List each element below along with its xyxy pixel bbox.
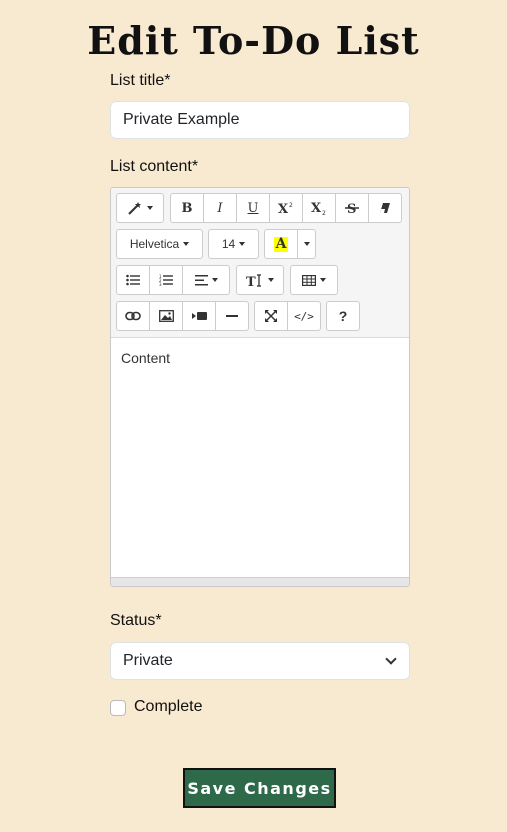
list-content-label: List content* xyxy=(110,158,199,175)
underline-button[interactable]: U xyxy=(236,193,270,223)
align-left-icon xyxy=(194,274,208,285)
rich-text-editor: B I U X2 X2 S Helvetica 14 xyxy=(110,187,410,587)
status-selected-value: Private xyxy=(123,652,173,669)
svg-text:X: X xyxy=(311,201,322,215)
highlight-color-button[interactable]: A xyxy=(264,229,298,259)
save-changes-button[interactable]: Save Changes xyxy=(183,768,336,808)
font-size-dropdown[interactable]: 14 xyxy=(208,229,259,259)
chevron-down-icon xyxy=(385,653,397,665)
clear-format-button[interactable] xyxy=(368,193,402,223)
color-dropdown-button[interactable] xyxy=(297,229,316,259)
subscript-button[interactable]: X2 xyxy=(302,193,336,223)
status-select[interactable]: Private xyxy=(110,642,410,680)
picture-icon xyxy=(158,310,174,322)
font-family-value: Helvetica xyxy=(129,237,180,251)
superscript-icon: X2 xyxy=(278,202,293,215)
magic-wand-icon xyxy=(128,202,141,215)
video-icon xyxy=(191,312,207,320)
video-button[interactable] xyxy=(182,301,216,331)
complete-label[interactable]: Complete xyxy=(134,698,202,716)
editor-content-area[interactable]: Content xyxy=(111,338,409,576)
superscript-button[interactable]: X2 xyxy=(269,193,303,223)
strikethrough-icon: S xyxy=(345,202,359,215)
svg-text:X: X xyxy=(278,202,289,215)
bullet-list-icon xyxy=(126,274,140,286)
link-button[interactable] xyxy=(116,301,150,331)
table-icon xyxy=(302,274,316,286)
numbered-list-icon: 123 xyxy=(159,274,173,286)
link-icon xyxy=(125,311,141,321)
highlight-color-swatch: A xyxy=(273,235,289,252)
font-size-value: 14 xyxy=(221,237,236,251)
svg-text:2: 2 xyxy=(289,202,293,209)
svg-text:T: T xyxy=(246,275,256,287)
list-title-label: List title* xyxy=(110,72,171,89)
bullet-list-button[interactable] xyxy=(116,265,150,295)
editor-toolbar: B I U X2 X2 S Helvetica 14 xyxy=(111,188,409,338)
subscript-icon: X2 xyxy=(311,201,326,215)
expand-icon xyxy=(265,310,277,322)
strikethrough-button[interactable]: S xyxy=(335,193,369,223)
code-view-button[interactable]: </> xyxy=(287,301,321,331)
fullscreen-button[interactable] xyxy=(254,301,288,331)
horizontal-rule-button[interactable] xyxy=(215,301,249,331)
page-title: Edit To-Do List xyxy=(87,18,420,63)
paragraph-align-button[interactable] xyxy=(182,265,230,295)
text-height-icon: T xyxy=(246,273,261,287)
status-label: Status* xyxy=(110,612,162,629)
style-button[interactable] xyxy=(116,193,164,223)
complete-checkbox[interactable] xyxy=(110,700,126,716)
help-button[interactable]: ? xyxy=(326,301,360,331)
bold-button[interactable]: B xyxy=(170,193,204,223)
font-family-dropdown[interactable]: Helvetica xyxy=(116,229,203,259)
italic-button[interactable]: I xyxy=(203,193,237,223)
eraser-icon xyxy=(380,203,390,213)
list-title-input[interactable]: Private Example xyxy=(110,101,410,139)
numbered-list-button[interactable]: 123 xyxy=(149,265,183,295)
table-button[interactable] xyxy=(290,265,338,295)
svg-text:3: 3 xyxy=(159,282,162,286)
horizontal-rule-icon xyxy=(226,315,238,317)
editor-resize-handle[interactable] xyxy=(111,577,409,586)
picture-button[interactable] xyxy=(149,301,183,331)
line-height-button[interactable]: T xyxy=(236,265,284,295)
svg-text:2: 2 xyxy=(322,210,326,215)
